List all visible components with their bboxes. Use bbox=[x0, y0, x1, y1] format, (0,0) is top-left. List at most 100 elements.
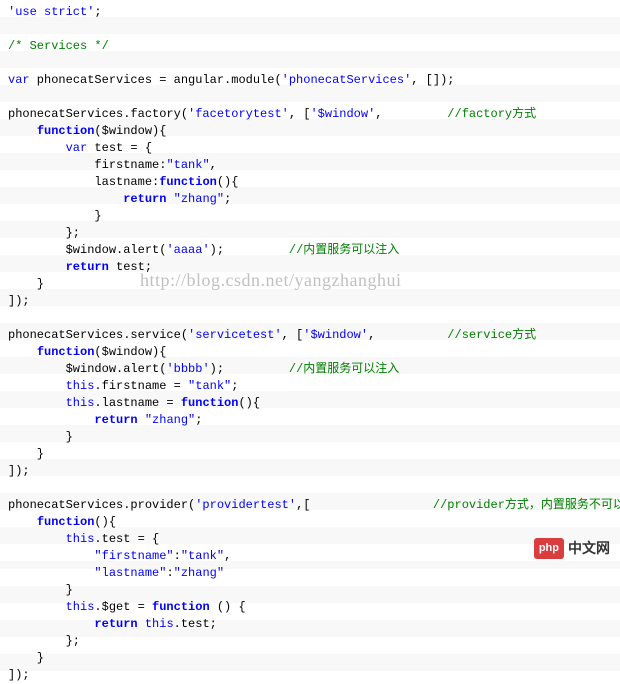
code-text: phonecatServices = angular.module( bbox=[30, 73, 282, 87]
keyword: function bbox=[152, 600, 210, 614]
string: "lastname" bbox=[94, 566, 166, 580]
code-text bbox=[8, 566, 94, 580]
code-text: }; bbox=[8, 226, 80, 240]
string: 'bbbb' bbox=[166, 362, 209, 376]
string: 'providertest' bbox=[195, 498, 296, 512]
code-text: , [ bbox=[282, 328, 304, 342]
code-text: , []); bbox=[411, 73, 454, 87]
code-text: (){ bbox=[217, 175, 239, 189]
keyword: this bbox=[66, 532, 95, 546]
comment: /* Services */ bbox=[8, 39, 109, 53]
keyword: function bbox=[37, 124, 95, 138]
code-text: , bbox=[210, 158, 217, 172]
code-text: }; bbox=[8, 634, 80, 648]
keyword: var bbox=[66, 141, 88, 155]
keyword: return bbox=[94, 617, 137, 631]
code-text: $window.alert( bbox=[8, 362, 166, 376]
code-text bbox=[138, 413, 145, 427]
keyword: this bbox=[66, 600, 95, 614]
code-text: (){ bbox=[94, 515, 116, 529]
string: "tank" bbox=[181, 549, 224, 563]
code-text: ; bbox=[224, 192, 231, 206]
code-text: } bbox=[8, 447, 44, 461]
code-text bbox=[8, 345, 37, 359]
keyword: return bbox=[94, 413, 137, 427]
code-text bbox=[8, 600, 66, 614]
code-text: .test = { bbox=[94, 532, 159, 546]
code-text bbox=[8, 260, 66, 274]
keyword: this bbox=[145, 617, 174, 631]
code-text: phonecatServices.provider( bbox=[8, 498, 195, 512]
string: "zhang" bbox=[145, 413, 195, 427]
code-text: } bbox=[8, 651, 44, 665]
code-text: ]); bbox=[8, 294, 30, 308]
code-text bbox=[8, 532, 66, 546]
comment: //factory方式 bbox=[447, 107, 536, 121]
keyword: function bbox=[37, 515, 95, 529]
code-text: phonecatServices.factory( bbox=[8, 107, 188, 121]
code-text: : bbox=[174, 549, 181, 563]
code-text: $window.alert( bbox=[8, 243, 166, 257]
code-text: ,[ bbox=[296, 498, 433, 512]
code-text: } bbox=[8, 430, 73, 444]
code-text: phonecatServices.service( bbox=[8, 328, 188, 342]
code-text: .$get = bbox=[94, 600, 152, 614]
code-text: test = { bbox=[87, 141, 152, 155]
code-text: ); bbox=[210, 362, 289, 376]
code-text: ($window){ bbox=[94, 345, 166, 359]
code-text: () { bbox=[210, 600, 246, 614]
string: 'aaaa' bbox=[166, 243, 209, 257]
string: "tank" bbox=[166, 158, 209, 172]
code-text: ]); bbox=[8, 464, 30, 478]
keyword: function bbox=[37, 345, 95, 359]
code-text bbox=[8, 124, 37, 138]
comment: //service方式 bbox=[447, 328, 536, 342]
code-text bbox=[8, 549, 94, 563]
code-text bbox=[138, 617, 145, 631]
keyword: return bbox=[123, 192, 166, 206]
string: 'phonecatServices' bbox=[282, 73, 412, 87]
code-text: : bbox=[166, 566, 173, 580]
keyword: this bbox=[66, 396, 95, 410]
string: 'servicetest' bbox=[188, 328, 282, 342]
code-text bbox=[8, 617, 94, 631]
keyword: this bbox=[66, 379, 95, 393]
code-text: , bbox=[375, 107, 447, 121]
code-text: (){ bbox=[238, 396, 260, 410]
string: "zhang" bbox=[174, 566, 224, 580]
comment: //provider方式，内置服务不可以注入 bbox=[433, 498, 620, 512]
comment: //内置服务可以注入 bbox=[289, 362, 399, 376]
string: "firstname" bbox=[94, 549, 173, 563]
code-text: , [ bbox=[289, 107, 311, 121]
code-text: ($window){ bbox=[94, 124, 166, 138]
code-text: ; bbox=[231, 379, 238, 393]
code-text: ); bbox=[210, 243, 289, 257]
code-text: .test; bbox=[174, 617, 217, 631]
code-text: } bbox=[8, 277, 44, 291]
code-text: .firstname = bbox=[94, 379, 188, 393]
string: 'facetorytest' bbox=[188, 107, 289, 121]
code-text: firstname: bbox=[8, 158, 166, 172]
keyword: var bbox=[8, 73, 30, 87]
keyword: function bbox=[181, 396, 239, 410]
code-text: , bbox=[368, 328, 447, 342]
string: '$window' bbox=[310, 107, 375, 121]
code-text: lastname: bbox=[8, 175, 159, 189]
code-text bbox=[8, 413, 94, 427]
code-text bbox=[8, 379, 66, 393]
code-text bbox=[166, 192, 173, 206]
string: '$window' bbox=[303, 328, 368, 342]
code-text: } bbox=[8, 209, 102, 223]
code-line: 'use strict' bbox=[8, 5, 94, 19]
comment: //内置服务可以注入 bbox=[289, 243, 399, 257]
code-text: , bbox=[224, 549, 231, 563]
code-text: ; bbox=[195, 413, 202, 427]
string: "zhang" bbox=[174, 192, 224, 206]
keyword: return bbox=[66, 260, 109, 274]
code-text: .lastname = bbox=[94, 396, 180, 410]
code-text bbox=[8, 396, 66, 410]
code-text bbox=[8, 141, 66, 155]
code-text bbox=[8, 515, 37, 529]
code-text: test; bbox=[109, 260, 152, 274]
keyword: function bbox=[159, 175, 217, 189]
